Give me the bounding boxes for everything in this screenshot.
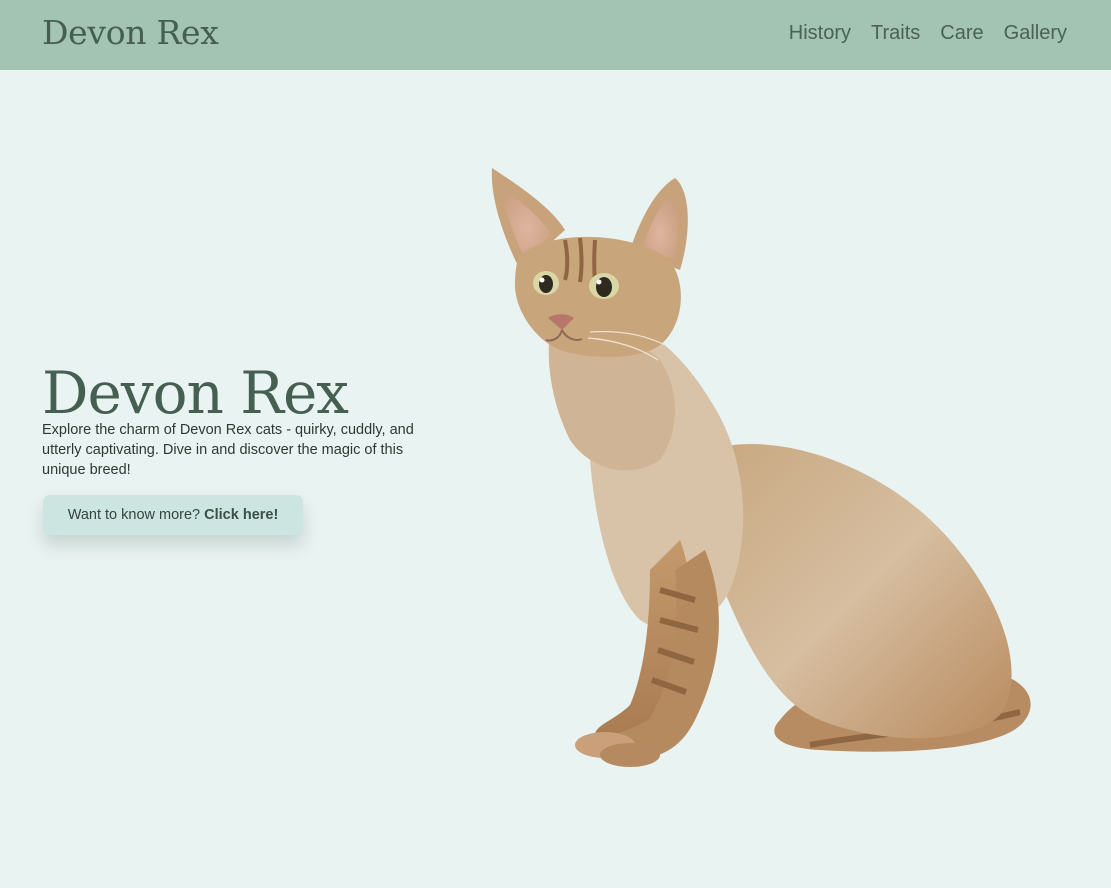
cta-prefix: Want to know more? bbox=[67, 507, 205, 523]
hero-description: Explore the charm of Devon Rex cats - qu… bbox=[42, 422, 414, 478]
nav-item-history[interactable]: History bbox=[789, 22, 851, 45]
brand-logo-link[interactable]: Devon Rex bbox=[42, 13, 219, 52]
nav-item-care[interactable]: Care bbox=[940, 22, 983, 45]
main-nav: History Traits Care Gallery bbox=[789, 22, 1067, 45]
hero-title: Devon Rex bbox=[42, 359, 349, 427]
top-navbar: Devon Rex History Traits Care Gallery bbox=[0, 0, 1111, 70]
nav-item-gallery[interactable]: Gallery bbox=[1004, 22, 1067, 45]
cta-emphasis: Click here! bbox=[204, 507, 279, 523]
nav-item-traits[interactable]: Traits bbox=[871, 22, 920, 45]
know-more-button[interactable]: Want to know more? Click here! bbox=[43, 495, 303, 535]
devon-rex-cat-image bbox=[491, 168, 1031, 767]
